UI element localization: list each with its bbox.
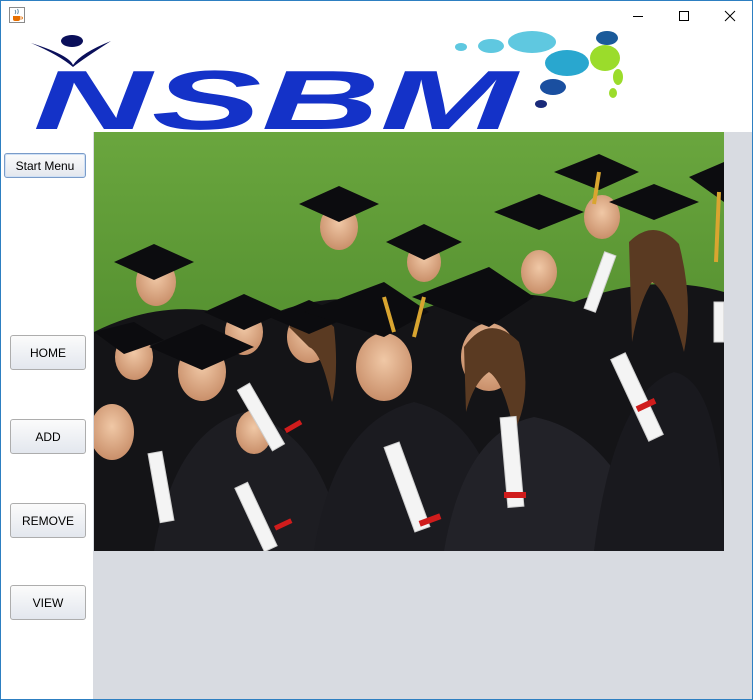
graduates-photo <box>94 132 724 551</box>
java-cup-icon <box>9 7 25 23</box>
close-icon <box>724 10 736 22</box>
minimize-icon <box>633 16 643 17</box>
svg-text:NSBM: NSBM <box>33 53 521 133</box>
nsbm-logo: NSBM <box>31 31 623 133</box>
main-panel <box>93 132 752 699</box>
start-menu-button[interactable]: Start Menu <box>4 153 86 178</box>
maximize-button[interactable] <box>661 1 707 31</box>
view-button[interactable]: VIEW <box>10 585 86 620</box>
app-window: NSBM Start Menu HOME ADD REMOVE VIEW <box>0 0 753 700</box>
sidebar: Start Menu HOME ADD REMOVE VIEW <box>1 132 93 699</box>
logo-text: NSBM <box>33 53 521 133</box>
add-button[interactable]: ADD <box>10 419 86 454</box>
home-button[interactable]: HOME <box>10 335 86 370</box>
title-bar <box>1 1 752 31</box>
minimize-button[interactable] <box>615 1 661 31</box>
maximize-icon <box>679 11 689 21</box>
remove-button[interactable]: REMOVE <box>10 503 86 538</box>
close-button[interactable] <box>707 1 752 31</box>
